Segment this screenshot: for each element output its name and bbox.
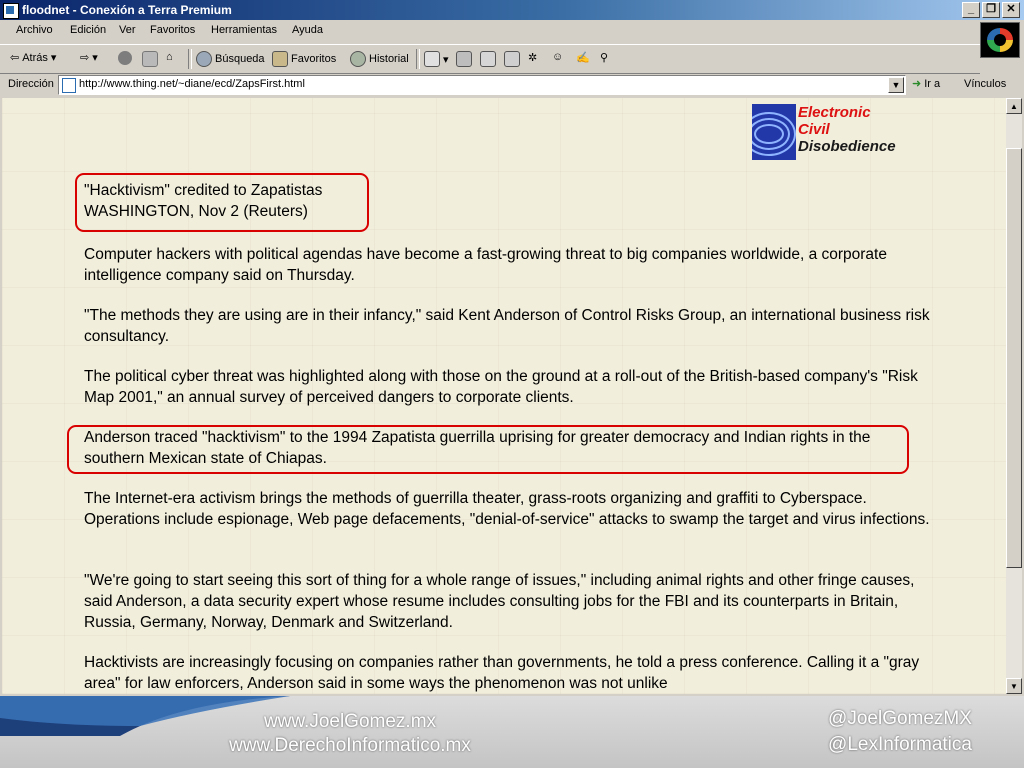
- article-dateline: WASHINGTON, Nov 2 (Reuters): [84, 203, 308, 220]
- minimize-button[interactable]: _: [962, 2, 980, 18]
- settings-button[interactable]: ✲: [528, 51, 537, 64]
- home-icon: ⌂: [166, 51, 173, 63]
- vertical-scrollbar[interactable]: ▲ ▼: [1006, 98, 1022, 694]
- magnifier-icon: ⚲: [600, 52, 609, 64]
- menu-ayuda[interactable]: Ayuda: [292, 24, 323, 36]
- article-headline: "Hacktivism" credited to Zapatistas: [84, 182, 323, 199]
- back-button[interactable]: ⇦ Atrás ▾: [10, 51, 57, 65]
- mail-button[interactable]: ▾: [424, 51, 449, 67]
- menu-bar: Archivo Edición Ver Favoritos Herramient…: [0, 20, 1024, 42]
- refresh-button[interactable]: [142, 51, 158, 67]
- website-joelgomez[interactable]: www.JoelGomez.mx: [150, 710, 550, 734]
- handle-lexinformatica[interactable]: @LexInformatica: [780, 732, 1020, 758]
- go-label: Ir a: [924, 77, 941, 90]
- ecd-logo: Electronic Civil Disobedience: [752, 104, 922, 162]
- history-button[interactable]: Historial: [350, 51, 409, 67]
- maximize-button[interactable]: ❐: [982, 2, 1000, 18]
- browser-app-icon: [3, 3, 19, 19]
- page-icon: [62, 78, 76, 93]
- dropdown-arrow-icon: ▾: [92, 52, 98, 64]
- address-label: Dirección: [8, 78, 54, 90]
- gear-icon: ✲: [528, 52, 538, 64]
- search-label: Búsqueda: [215, 53, 265, 65]
- toolbar: ⇦ Atrás ▾ ⇨ ▾ ⌂ Búsqueda Favoritos Histo…: [0, 44, 980, 74]
- footer-banner: www.JoelGomez.mx www.DerechoInformatico.…: [0, 696, 1024, 768]
- ecd-logo-text: Electronic Civil Disobedience: [798, 104, 896, 155]
- discuss-button[interactable]: [504, 51, 520, 67]
- research-button[interactable]: ✍: [576, 51, 590, 64]
- address-dropdown-button[interactable]: ▼: [888, 77, 904, 93]
- menu-edicion[interactable]: Edición: [70, 24, 106, 36]
- mail-icon: [424, 51, 440, 67]
- scroll-down-button[interactable]: ▼: [1006, 678, 1022, 694]
- article-paragraph: The political cyber threat was highlight…: [84, 368, 918, 406]
- scroll-up-button[interactable]: ▲: [1006, 98, 1022, 114]
- handle-joelgomezmx[interactable]: @JoelGomezMX: [780, 706, 1020, 732]
- history-label: Historial: [369, 53, 409, 65]
- address-field[interactable]: http://www.thing.net/~diane/ecd/ZapsFirs…: [58, 75, 906, 95]
- article-paragraph: The Internet-era activism brings the met…: [84, 490, 930, 528]
- print-icon: [456, 51, 472, 67]
- favorites-label: Favoritos: [291, 53, 337, 65]
- go-arrow-icon: ➜: [912, 78, 922, 90]
- ecd-swirl-icon: [752, 104, 796, 160]
- menu-herramientas[interactable]: Herramientas: [211, 24, 277, 36]
- messenger-icon: ☺: [552, 51, 564, 63]
- window-title: floodnet - Conexión a Terra Premium: [22, 3, 232, 17]
- website-derechoinformatico[interactable]: www.DerechoInformatico.mx: [150, 734, 550, 758]
- search-icon: [196, 51, 212, 67]
- go-button[interactable]: ➜ Ir a: [912, 77, 941, 91]
- stop-icon: [118, 51, 132, 65]
- article-paragraph: Hacktivists are increasingly focusing on…: [84, 654, 920, 692]
- isp-logo-icon: [980, 22, 1020, 58]
- back-arrow-icon: ⇦: [10, 52, 20, 64]
- menu-ver[interactable]: Ver: [119, 24, 136, 36]
- browser-window: floodnet - Conexión a Terra Premium _ ❐ …: [0, 0, 1024, 696]
- forward-arrow-icon: ⇨: [80, 52, 90, 64]
- edit-button[interactable]: [480, 51, 496, 67]
- research-icon: ✍: [576, 52, 590, 64]
- dropdown-arrow-icon: ▾: [50, 52, 57, 64]
- title-bar: floodnet - Conexión a Terra Premium _ ❐ …: [0, 0, 1024, 20]
- stop-button[interactable]: [118, 51, 132, 65]
- back-label: Atrás: [22, 51, 48, 64]
- address-bar: Dirección http://www.thing.net/~diane/ec…: [0, 74, 1024, 96]
- address-url: http://www.thing.net/~diane/ecd/ZapsFirs…: [79, 78, 305, 90]
- article-paragraph: "We're going to start seeing this sort o…: [84, 572, 915, 631]
- banner-websites: www.JoelGomez.mx www.DerechoInformatico.…: [150, 710, 550, 758]
- edit-icon: [480, 51, 496, 67]
- search-button[interactable]: Búsqueda: [196, 51, 265, 67]
- menu-favoritos[interactable]: Favoritos: [150, 24, 195, 36]
- refresh-icon: [142, 51, 158, 67]
- menu-archivo[interactable]: Archivo: [16, 24, 53, 36]
- article-paragraph: Anderson traced "hacktivism" to the 1994…: [84, 429, 871, 467]
- history-icon: [350, 51, 366, 67]
- links-button[interactable]: Vínculos: [964, 78, 1006, 90]
- home-button[interactable]: ⌂: [166, 51, 173, 63]
- scroll-thumb[interactable]: [1006, 148, 1022, 568]
- close-button[interactable]: ✕: [1002, 2, 1020, 18]
- page-content: Electronic Civil Disobedience "Hacktivis…: [2, 98, 1006, 694]
- print-button[interactable]: [456, 51, 472, 67]
- find-button[interactable]: ⚲: [600, 51, 608, 64]
- discuss-icon: [504, 51, 520, 67]
- favorites-button[interactable]: Favoritos: [272, 51, 336, 67]
- article-paragraph: Computer hackers with political agendas …: [84, 246, 887, 284]
- forward-button[interactable]: ⇨ ▾: [80, 51, 98, 64]
- favorites-folder-icon: [272, 51, 288, 67]
- dropdown-arrow-icon: ▾: [443, 53, 449, 66]
- messenger-button[interactable]: ☺: [552, 51, 563, 63]
- article-paragraph: "The methods they are using are in their…: [84, 307, 930, 345]
- banner-handles: @JoelGomezMX @LexInformatica: [780, 706, 1020, 758]
